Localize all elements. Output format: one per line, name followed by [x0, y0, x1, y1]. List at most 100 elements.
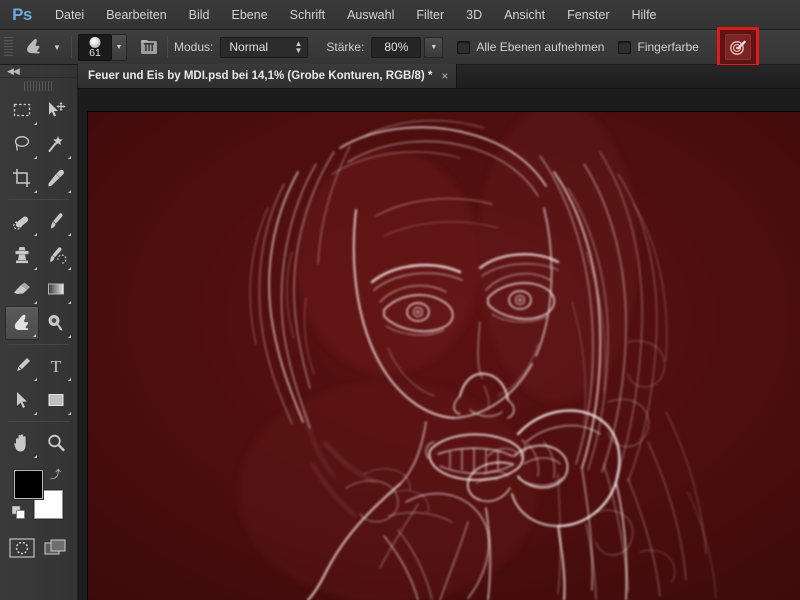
- tools-divider-3: [8, 421, 69, 422]
- tools-divider-2: [8, 344, 69, 345]
- strength-value: 80%: [384, 40, 409, 54]
- menu-ebene[interactable]: Ebene: [221, 0, 279, 30]
- svg-text:T: T: [50, 357, 61, 376]
- swap-colors-icon[interactable]: ⤴: [50, 466, 61, 482]
- eyedropper-tool-icon[interactable]: [39, 161, 73, 195]
- tool-more-indicator: [67, 190, 71, 193]
- brush-size-value: 61: [89, 46, 101, 59]
- smudge-tool-icon-toolbar[interactable]: [4, 306, 39, 340]
- tool-more-indicator: [67, 412, 71, 415]
- finger-paint-label: Fingerfarbe: [637, 40, 699, 54]
- rectangle-tool-icon[interactable]: [39, 383, 73, 417]
- default-colors-icon[interactable]: [11, 505, 25, 519]
- tool-more-indicator: [33, 412, 37, 415]
- eraser-tool-icon[interactable]: [5, 272, 39, 306]
- checkbox-box-finger-paint[interactable]: [618, 40, 632, 54]
- sample-all-layers-label: Alle Ebenen aufnehmen: [476, 40, 605, 54]
- smudge-tool-icon[interactable]: [19, 34, 49, 60]
- strength-dropdown-arrow[interactable]: ▼: [424, 36, 444, 58]
- canvas-area[interactable]: [78, 89, 800, 600]
- artwork-image: [88, 112, 800, 600]
- collapse-panel-icon[interactable]: ◀◀: [0, 65, 77, 78]
- tool-more-indicator: [33, 267, 37, 270]
- tools-panel-grip[interactable]: [23, 81, 54, 91]
- menu-filter[interactable]: Filter: [405, 0, 455, 30]
- dodge-tool-icon[interactable]: [39, 306, 73, 340]
- toolbar-bottom-buttons: [0, 538, 77, 563]
- glowing-edges-portrait: [88, 112, 800, 600]
- photoshop-window: Ps Datei Bearbeiten Bild Ebene Schrift A…: [0, 0, 800, 600]
- options-bar-grip[interactable]: [4, 36, 13, 58]
- menu-datei[interactable]: Datei: [44, 0, 95, 30]
- sample-all-layers-checkbox[interactable]: Alle Ebenen aufnehmen: [457, 40, 604, 54]
- document-tab-bar: Feuer und Eis by MDI.psd bei 14,1% (Grob…: [78, 64, 800, 89]
- lasso-tool-icon[interactable]: [5, 127, 39, 161]
- tool-group-retouch: [0, 204, 77, 340]
- menu-bar: Ps Datei Bearbeiten Bild Ebene Schrift A…: [0, 0, 800, 30]
- document-canvas[interactable]: [88, 112, 800, 600]
- tool-more-indicator: [33, 122, 37, 125]
- tool-options-bar: ▼ 61 ▼ Modus: Normal ▲ ▼ Stärke: 80% ▼ A…: [0, 27, 800, 67]
- menu-3d[interactable]: 3D: [455, 0, 493, 30]
- foreground-color-swatch[interactable]: [14, 470, 43, 499]
- brush-panel-icon[interactable]: [136, 35, 161, 60]
- tool-more-indicator: [33, 378, 37, 381]
- tool-group-navigation: [0, 426, 77, 460]
- strength-input[interactable]: 80%: [371, 36, 422, 58]
- pen-tool-icon[interactable]: [5, 349, 39, 383]
- marquee-tool-icon[interactable]: [5, 93, 39, 127]
- menu-fenster[interactable]: Fenster: [556, 0, 620, 30]
- move-tool-icon[interactable]: [39, 93, 73, 127]
- magic-wand-tool-icon[interactable]: [39, 127, 73, 161]
- healing-brush-tool-icon[interactable]: [5, 204, 39, 238]
- menu-auswahl[interactable]: Auswahl: [336, 0, 405, 30]
- options-divider-2: [167, 36, 168, 58]
- gradient-tool-icon[interactable]: [39, 272, 73, 306]
- tablet-pressure-size-icon[interactable]: [724, 34, 751, 60]
- brush-preset-dropdown-arrow[interactable]: ▼: [112, 33, 127, 61]
- tools-panel: ◀◀ T ⤴: [0, 65, 78, 600]
- photoshop-logo: Ps: [12, 4, 32, 24]
- strength-label: Stärke:: [326, 40, 365, 54]
- blend-mode-dropdown[interactable]: Normal ▲ ▼: [220, 36, 309, 58]
- mode-label: Modus:: [174, 40, 214, 54]
- history-brush-tool-icon[interactable]: [39, 238, 73, 272]
- tool-more-indicator: [67, 267, 71, 270]
- menu-hilfe[interactable]: Hilfe: [621, 0, 668, 30]
- hand-tool-icon[interactable]: [5, 426, 39, 460]
- blend-mode-value: Normal: [229, 40, 269, 54]
- brush-tool-icon[interactable]: [39, 204, 73, 238]
- menu-schrift[interactable]: Schrift: [279, 0, 336, 30]
- tool-more-indicator: [67, 156, 71, 159]
- chevron-updown-icon: ▲ ▼: [294, 39, 303, 55]
- checkbox-box-sample-all-layers[interactable]: [457, 40, 471, 54]
- tool-group-selection: [0, 93, 77, 195]
- clone-stamp-tool-icon[interactable]: [5, 238, 39, 272]
- tool-more-indicator: [67, 335, 71, 338]
- menu-bearbeiten[interactable]: Bearbeiten: [95, 0, 177, 30]
- pressure-button-highlight: [716, 27, 759, 67]
- quick-mask-icon[interactable]: [8, 538, 35, 563]
- brush-preview[interactable]: 61: [78, 33, 112, 61]
- close-icon[interactable]: ×: [441, 69, 448, 83]
- tools-divider-1: [8, 199, 69, 200]
- type-tool-icon[interactable]: T: [39, 349, 73, 383]
- tool-more-indicator: [33, 190, 37, 193]
- zoom-tool-icon[interactable]: [39, 426, 73, 460]
- document-tab-title: Feuer und Eis by MDI.psd bei 14,1% (Grob…: [88, 70, 433, 82]
- brush-tip-icon: [89, 36, 101, 48]
- menu-bild[interactable]: Bild: [178, 0, 221, 30]
- document-tab[interactable]: Feuer und Eis by MDI.psd bei 14,1% (Grob…: [78, 64, 458, 88]
- path-selection-tool-icon[interactable]: [5, 383, 39, 417]
- tool-more-indicator: [33, 301, 37, 304]
- tool-preset-caret[interactable]: ▼: [49, 34, 65, 60]
- color-swatches: ⤴: [0, 466, 77, 528]
- crop-tool-icon[interactable]: [5, 161, 39, 195]
- tool-more-indicator: [67, 378, 71, 381]
- screen-mode-icon[interactable]: [43, 538, 69, 563]
- menu-ansicht[interactable]: Ansicht: [493, 0, 556, 30]
- brush-size-control[interactable]: 61 ▼: [78, 33, 127, 61]
- tool-more-indicator: [67, 301, 71, 304]
- tool-group-vector: T: [0, 349, 77, 417]
- finger-paint-checkbox[interactable]: Fingerfarbe: [618, 40, 699, 54]
